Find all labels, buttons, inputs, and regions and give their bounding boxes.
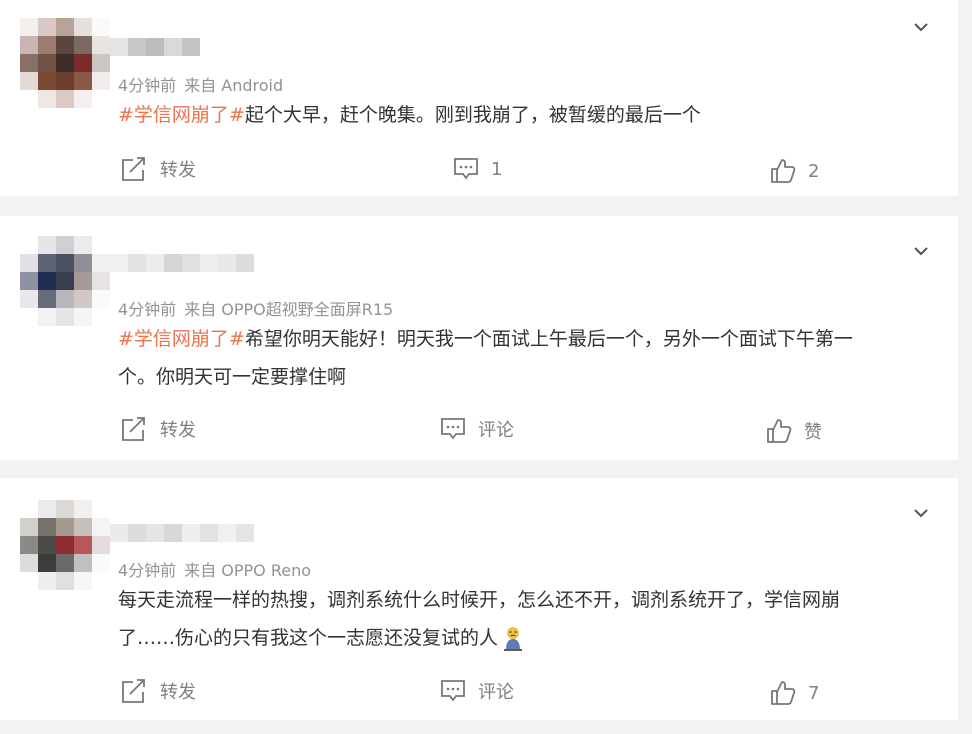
repost-label: 转发 xyxy=(160,682,196,703)
comment-card: 4分钟前 来自 Android #学信网崩了#起个大早，赶个晚集。刚到我崩了，被暂… xyxy=(0,0,958,196)
comment-body: 起个大早，赶个晚集。刚到我崩了，被暂缓的最后一个 xyxy=(244,104,701,126)
like-button[interactable]: 赞 xyxy=(766,418,822,444)
chevron-down-icon[interactable] xyxy=(914,20,928,34)
like-button[interactable]: 2 xyxy=(770,158,819,184)
comment-icon xyxy=(454,158,478,180)
topic-link[interactable]: #学信网崩了# xyxy=(118,328,245,350)
comment-feed: 4分钟前 来自 Android #学信网崩了#起个大早，赶个晚集。刚到我崩了，被暂… xyxy=(0,0,958,734)
timestamp: 4分钟前 xyxy=(118,561,177,580)
avatar[interactable] xyxy=(20,236,110,326)
like-label: 赞 xyxy=(804,422,822,443)
chevron-down-icon[interactable] xyxy=(914,506,928,520)
comment-icon xyxy=(441,418,465,440)
chevron-down-icon[interactable] xyxy=(914,244,928,258)
username[interactable] xyxy=(110,254,254,272)
comment-meta: 4分钟前 来自 OPPO超视野全面屏R15 xyxy=(118,296,393,320)
comment-card: 4分钟前 来自 OPPO Reno 每天走流程一样的热搜，调剂系统什么时候开，怎么… xyxy=(0,478,958,720)
sad-figure-emoji xyxy=(504,626,523,651)
comment-meta: 4分钟前 来自 OPPO Reno xyxy=(118,557,311,581)
share-icon xyxy=(122,417,145,441)
comment-body-line2: 个。你明天可一定要撑住啊 xyxy=(118,366,347,388)
repost-button[interactable]: 转发 xyxy=(120,416,196,442)
source-device: 来自 OPPO Reno xyxy=(184,561,312,580)
repost-label: 转发 xyxy=(160,160,196,181)
comment-label: 评论 xyxy=(478,682,514,703)
avatar[interactable] xyxy=(20,18,110,108)
like-count: 2 xyxy=(808,160,820,182)
share-icon xyxy=(122,679,145,703)
like-count: 7 xyxy=(808,682,820,704)
comment-card: 4分钟前 来自 OPPO超视野全面屏R15 #学信网崩了#希望你明天能好！明天我一… xyxy=(0,216,958,460)
repost-label: 转发 xyxy=(160,420,196,441)
thumbs-up-icon xyxy=(771,159,796,183)
comment-button[interactable]: 评论 xyxy=(440,678,514,704)
source-device: 来自 Android xyxy=(184,76,284,95)
username[interactable] xyxy=(110,38,200,56)
comment-count: 1 xyxy=(491,158,503,180)
repost-button[interactable]: 转发 xyxy=(120,678,196,704)
thumbs-up-icon xyxy=(771,681,796,705)
comment-text: #学信网崩了#起个大早，赶个晚集。刚到我崩了，被暂缓的最后一个 xyxy=(118,96,928,134)
topic-link[interactable]: #学信网崩了# xyxy=(118,104,245,126)
repost-button[interactable]: 转发 xyxy=(120,156,196,182)
timestamp: 4分钟前 xyxy=(118,300,177,319)
thumbs-up-icon xyxy=(767,419,792,443)
comment-button[interactable]: 1 xyxy=(453,156,502,182)
comment-button[interactable]: 评论 xyxy=(440,416,514,442)
comment-body-line1: 每天走流程一样的热搜，调剂系统什么时候开，怎么还不开，调剂系统开了，学信网崩 xyxy=(118,589,841,611)
username[interactable] xyxy=(110,524,254,542)
avatar[interactable] xyxy=(20,500,110,590)
comment-text: #学信网崩了#希望你明天能好！明天我一个面试上午最后一个，另外一个面试下午第一 … xyxy=(118,320,928,396)
comment-body-line2: 了……伤心的只有我这个一志愿还没复试的人 xyxy=(118,627,499,649)
timestamp: 4分钟前 xyxy=(118,76,177,95)
like-button[interactable]: 7 xyxy=(770,680,819,706)
share-icon xyxy=(122,157,145,181)
comment-text: 每天走流程一样的热搜，调剂系统什么时候开，怎么还不开，调剂系统开了，学信网崩 了… xyxy=(118,581,928,657)
comment-meta: 4分钟前 来自 Android xyxy=(118,72,283,96)
comment-icon xyxy=(441,680,465,702)
comment-label: 评论 xyxy=(478,420,514,441)
comment-body-line1: 希望你明天能好！明天我一个面试上午最后一个，另外一个面试下午第一 xyxy=(244,328,853,350)
source-device: 来自 OPPO超视野全面屏R15 xyxy=(184,300,394,319)
